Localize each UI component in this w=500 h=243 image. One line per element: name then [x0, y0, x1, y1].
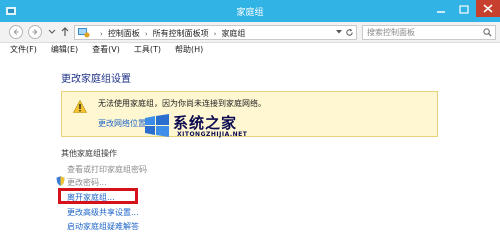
- menu-view[interactable]: 查看(V): [92, 43, 120, 58]
- main-content: 更改家庭组设置 无法使用家庭组，因为你尚未连接到家庭网络。 更改网络位置 其他家…: [0, 58, 500, 243]
- navigation-bar: › 控制面板 › 所有控制面板项 › 家庭组: [0, 22, 500, 43]
- search-box[interactable]: [362, 25, 496, 40]
- shield-icon: [56, 176, 65, 186]
- control-panel-icon: [78, 28, 90, 38]
- breadcrumb: › 控制面板 › 所有控制面板项 › 家庭组: [95, 28, 245, 39]
- breadcrumb-item-control-panel[interactable]: 控制面板: [108, 28, 140, 39]
- breadcrumb-separator-icon[interactable]: ›: [214, 30, 217, 38]
- menu-file[interactable]: 文件(F): [10, 43, 37, 58]
- up-arrow-icon[interactable]: [60, 26, 70, 38]
- menu-help[interactable]: 帮助(H): [175, 43, 203, 58]
- start-troubleshooter-link[interactable]: 启动家庭组疑难解答: [67, 221, 139, 232]
- title-bar: 家庭组: [0, 0, 500, 22]
- search-icon[interactable]: [483, 28, 492, 37]
- warning-message: 无法使用家庭组，因为你尚未连接到家庭网络。: [98, 99, 266, 108]
- close-button[interactable]: [476, 0, 500, 17]
- breadcrumb-separator-icon[interactable]: ›: [100, 30, 103, 38]
- breadcrumb-item-homegroup[interactable]: 家庭组: [221, 28, 245, 39]
- menu-edit[interactable]: 编辑(E): [51, 43, 78, 58]
- change-password-link: 更改密码...: [67, 178, 107, 187]
- highlight-box: [58, 188, 138, 204]
- breadcrumb-item-all-items[interactable]: 所有控制面板项: [153, 28, 209, 39]
- address-bar[interactable]: › 控制面板 › 所有控制面板项 › 家庭组: [74, 25, 357, 40]
- forward-button[interactable]: [28, 25, 42, 39]
- change-network-location-link[interactable]: 更改网络位置: [98, 118, 146, 129]
- watermark-title: 系统之家: [173, 114, 238, 132]
- view-print-password-link: 查看或打印家庭组密码: [67, 165, 147, 174]
- menu-bar: 文件(F) 编辑(E) 查看(V) 工具(T) 帮助(H): [0, 43, 500, 58]
- back-button[interactable]: [9, 25, 23, 39]
- minimize-button[interactable]: [432, 3, 450, 17]
- change-advanced-sharing-link[interactable]: 更改高级共享设置...: [67, 207, 139, 218]
- search-input[interactable]: [367, 27, 477, 38]
- refresh-icon[interactable]: [345, 28, 354, 37]
- warning-icon: [73, 100, 87, 113]
- chevron-down-icon[interactable]: [336, 30, 342, 34]
- watermark-logo-icon: [145, 114, 169, 137]
- watermark: 系统之家 XITONGZHIJIA.NET: [143, 112, 303, 142]
- section-label: 其他家庭组操作: [61, 149, 117, 158]
- recent-locations-chevron-icon[interactable]: [48, 27, 56, 37]
- window-title: 家庭组: [236, 8, 264, 18]
- menu-tools[interactable]: 工具(T): [134, 43, 161, 58]
- maximize-button[interactable]: [455, 3, 473, 17]
- page-title: 更改家庭组设置: [61, 74, 131, 85]
- breadcrumb-separator-icon[interactable]: ›: [145, 30, 148, 38]
- watermark-url: XITONGZHIJIA.NET: [177, 131, 248, 138]
